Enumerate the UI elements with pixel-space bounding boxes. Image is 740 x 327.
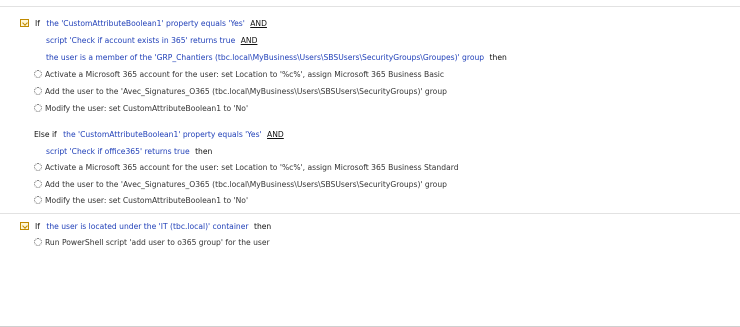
- condition-icon: [20, 222, 29, 230]
- if-condition-row[interactable]: If the user is located under the 'IT (tb…: [20, 222, 271, 232]
- action-text[interactable]: Activate a Microsoft 365 account for the…: [45, 163, 459, 172]
- then-keyword: then: [195, 147, 213, 156]
- else-if-condition-row[interactable]: Else if the 'CustomAttributeBoolean1' pr…: [34, 130, 284, 140]
- action-row[interactable]: Activate a Microsoft 365 account for the…: [34, 70, 444, 80]
- action-row[interactable]: Run PowerShell script 'add user to o365 …: [34, 238, 270, 248]
- and-operator[interactable]: AND: [250, 19, 267, 28]
- if-keyword: If: [35, 222, 40, 231]
- condition-script[interactable]: script 'Check if account exists in 365' …: [46, 36, 235, 45]
- gear-icon: [34, 196, 42, 204]
- action-row[interactable]: Modify the user: set CustomAttributeBool…: [34, 196, 248, 206]
- gear-icon: [34, 238, 42, 246]
- else-if-keyword: Else if: [34, 130, 57, 139]
- then-keyword: then: [489, 53, 507, 62]
- gear-icon: [34, 163, 42, 171]
- condition-icon: [20, 19, 29, 27]
- if-keyword: If: [35, 19, 40, 28]
- and-operator[interactable]: AND: [267, 130, 284, 139]
- condition-script[interactable]: script 'Check if office365' returns true: [46, 147, 190, 156]
- action-text[interactable]: Activate a Microsoft 365 account for the…: [45, 70, 444, 79]
- gear-icon: [34, 104, 42, 112]
- action-text[interactable]: Modify the user: set CustomAttributeBool…: [45, 196, 248, 205]
- then-keyword: then: [253, 222, 272, 231]
- condition-property-equals[interactable]: the 'CustomAttributeBoolean1' property e…: [63, 130, 261, 139]
- action-row[interactable]: Modify the user: set CustomAttributeBool…: [34, 104, 248, 114]
- gear-icon: [34, 87, 42, 95]
- condition-group-row[interactable]: the user is a member of the 'GRP_Chantie…: [46, 53, 507, 63]
- condition-container[interactable]: the user is located under the 'IT (tbc.l…: [46, 222, 248, 231]
- condition-property-equals[interactable]: the 'CustomAttributeBoolean1' property e…: [46, 19, 244, 28]
- condition-script-row[interactable]: script 'Check if office365' returns true…: [46, 147, 212, 157]
- if-condition-row[interactable]: If the 'CustomAttributeBoolean1' propert…: [20, 19, 267, 29]
- block-divider: [0, 213, 740, 214]
- condition-group-member[interactable]: the user is a member of the 'GRP_Chantie…: [46, 53, 484, 62]
- action-row[interactable]: Activate a Microsoft 365 account for the…: [34, 163, 459, 173]
- action-row[interactable]: Add the user to the 'Avec_Signatures_O36…: [34, 180, 447, 190]
- action-row[interactable]: Add the user to the 'Avec_Signatures_O36…: [34, 87, 447, 97]
- and-operator[interactable]: AND: [241, 36, 258, 45]
- condition-script-row[interactable]: script 'Check if account exists in 365' …: [46, 36, 257, 46]
- gear-icon: [34, 70, 42, 78]
- top-divider: [0, 6, 740, 7]
- action-text[interactable]: Run PowerShell script 'add user to o365 …: [45, 238, 270, 247]
- gear-icon: [34, 180, 42, 188]
- action-text[interactable]: Modify the user: set CustomAttributeBool…: [45, 104, 248, 113]
- action-text[interactable]: Add the user to the 'Avec_Signatures_O36…: [45, 180, 447, 189]
- action-text[interactable]: Add the user to the 'Avec_Signatures_O36…: [45, 87, 447, 96]
